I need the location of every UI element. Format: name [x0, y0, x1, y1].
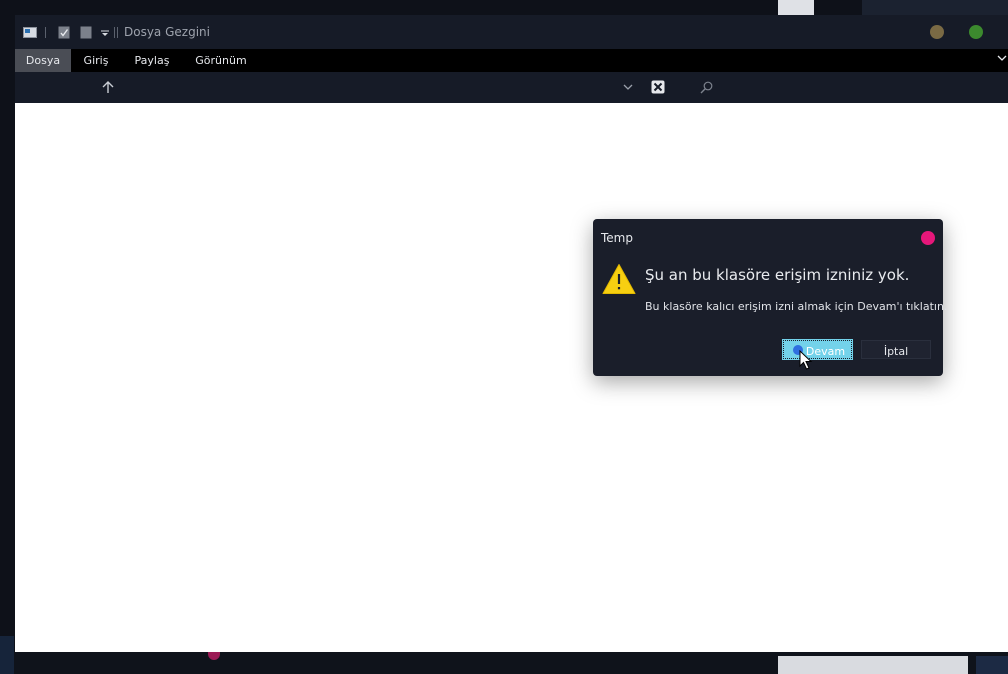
file-list-area[interactable]	[15, 103, 1008, 652]
customize-dropdown-icon[interactable]	[98, 26, 112, 39]
quick-access-separator	[45, 27, 46, 38]
ribbon-expand-icon[interactable]	[996, 53, 1008, 67]
background-fragment-left	[0, 636, 14, 674]
ribbon-tab-bar: Dosya Giriş Paylaş Görünüm	[15, 49, 1008, 72]
tab-paylas[interactable]: Paylaş	[127, 49, 177, 72]
checkbox-icon[interactable]	[57, 26, 71, 39]
close-icon[interactable]	[921, 231, 935, 245]
quick-access-separator	[117, 27, 118, 38]
quick-access-separator	[114, 27, 115, 38]
new-folder-icon[interactable]	[79, 26, 93, 39]
continue-button[interactable]: Devam	[782, 339, 853, 360]
minimize-button[interactable]	[930, 25, 944, 39]
background-thumbnail	[778, 656, 968, 674]
access-denied-dialog: Temp Şu an bu klasöre erişim izniniz yok…	[593, 219, 947, 376]
tab-dosya[interactable]: Dosya	[15, 49, 71, 72]
up-arrow-icon[interactable]	[99, 78, 117, 96]
dialog-title: Temp	[601, 231, 633, 245]
search-icon[interactable]	[697, 78, 715, 96]
tab-giris[interactable]: Giriş	[73, 49, 119, 72]
tab-gorunum[interactable]: Görünüm	[187, 49, 255, 72]
chevron-down-icon[interactable]	[619, 78, 637, 96]
dialog-heading: Şu an bu klasöre erişim izniniz yok.	[645, 266, 910, 284]
warning-icon	[602, 264, 636, 294]
window-title: Dosya Gezgini	[124, 25, 210, 39]
cancel-button[interactable]: İptal	[861, 340, 931, 359]
maximize-button[interactable]	[969, 25, 983, 39]
properties-icon[interactable]	[23, 26, 37, 39]
background-fragment-right	[976, 656, 1008, 674]
mouse-cursor-icon	[799, 350, 813, 370]
background-panel-fragment	[862, 0, 1008, 16]
refresh-icon[interactable]	[649, 78, 667, 96]
title-bar: Dosya Gezgini	[15, 15, 1008, 49]
dialog-message: Bu klasöre kalıcı erişim izni almak için…	[645, 300, 948, 313]
background-window-fragment	[778, 0, 814, 16]
navigation-bar	[15, 72, 1008, 103]
